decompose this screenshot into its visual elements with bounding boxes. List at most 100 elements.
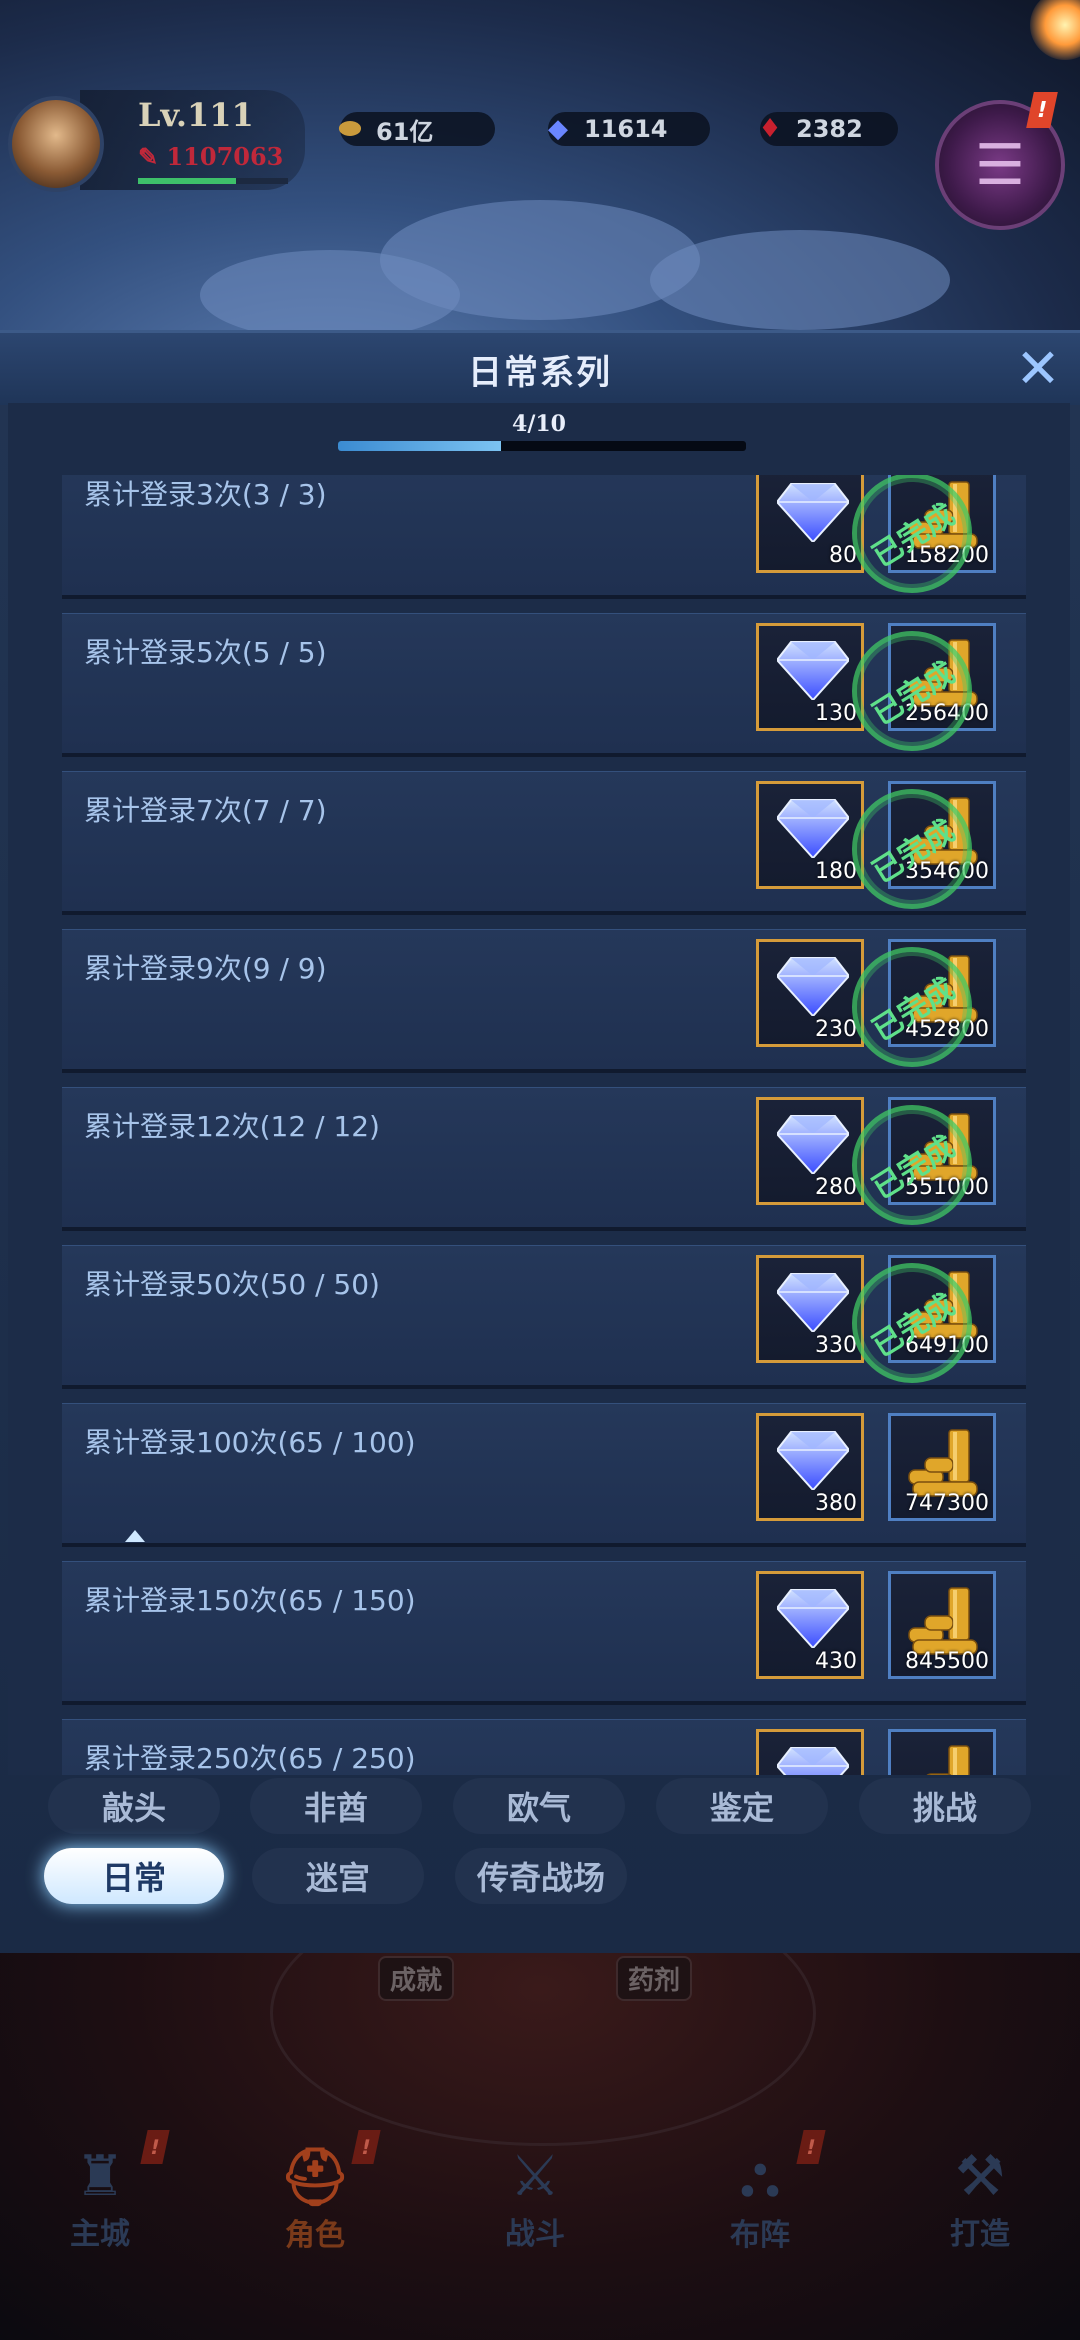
reward-diamond-amount: 180 (815, 859, 857, 884)
tab-chuanqi-zhanchang[interactable]: 传奇战场 (455, 1848, 627, 1904)
city-icon: ♜ (74, 2144, 126, 2209)
crossed-swords-icon: ⚔ (509, 2144, 561, 2209)
tab-jianding[interactable]: 鉴定 (656, 1778, 828, 1834)
achievement-row-label: 累计登录7次(7 / 7) (84, 794, 327, 827)
achievement-row-label: 累计登录250次(65 / 250) (84, 1742, 416, 1775)
tab-feiqiu[interactable]: 非酋 (250, 1778, 422, 1834)
player-level: Lv.111 (138, 96, 254, 134)
reward-diamond-amount: 280 (815, 1175, 857, 1200)
diamond-icon (777, 1431, 849, 1490)
progress-bar-fill (338, 441, 502, 451)
nav-label: 打造 (950, 2217, 1010, 2252)
reward-diamond[interactable]: 180 (756, 781, 864, 889)
diamond-icon (777, 483, 849, 542)
tab-ouqi[interactable]: 欧气 (453, 1778, 625, 1834)
reward-gold[interactable]: 845500 (888, 1571, 996, 1679)
diamond-icon (777, 1747, 849, 1775)
reward-diamond[interactable] (756, 1729, 864, 1775)
tab-tiaozhan[interactable]: 挑战 (859, 1778, 1031, 1834)
close-button[interactable]: ✕ (1010, 341, 1066, 397)
resource-diamond-value: 11614 (584, 115, 668, 143)
achievement-row-label: 累计登录100次(65 / 100) (84, 1426, 416, 1459)
nav-label: 角色 (285, 2218, 345, 2253)
reward-diamond[interactable]: 130 (756, 623, 864, 731)
bottom-nav: ♜ 主城 ! ⛑ 角色 ! ⚔ 战斗 ⛬ 布阵 ! ⚒ 打造 (0, 2130, 1080, 2340)
achievement-row-label: 累计登录50次(50 / 50) (84, 1268, 380, 1301)
resource-gold-value: 61亿 (376, 117, 434, 146)
achievement-row: 累计登录5次(5 / 5) 130 256400 已完成 (62, 608, 1026, 774)
tab-migong[interactable]: 迷宫 (252, 1848, 424, 1904)
avatar[interactable] (8, 96, 104, 192)
reward-diamond[interactable]: 280 (756, 1097, 864, 1205)
nav-formation[interactable]: ⛬ 布阵 (660, 2130, 860, 2330)
panel-header: 日常系列 ✕ (0, 333, 1080, 405)
red-crystal-icon: ♦ (758, 114, 782, 144)
gold-coins-icon (908, 1587, 978, 1655)
potion-label-bg: 药剂 (616, 1956, 693, 2001)
reward-gold[interactable] (888, 1729, 996, 1775)
tab-richang[interactable]: 日常 (44, 1848, 224, 1904)
gold-coins-icon (908, 1429, 978, 1497)
diamond-icon (777, 1589, 849, 1648)
achievement-row-label: 累计登录3次(3 / 3) (84, 478, 327, 511)
active-tab-indicator (125, 1530, 145, 1542)
reward-diamond-amount: 380 (815, 1491, 857, 1516)
achievement-row: 累计登录150次(65 / 150) 430 845500 (62, 1561, 1026, 1705)
reward-diamond[interactable]: 330 (756, 1255, 864, 1363)
nav-main-city[interactable]: ♜ 主城 (0, 2130, 200, 2330)
resource-crystal-value: 2382 (796, 115, 863, 143)
reward-diamond[interactable]: 430 (756, 1571, 864, 1679)
tab-qiaotou[interactable]: 敲头 (48, 1778, 220, 1834)
diamond-icon: ◆ (548, 114, 568, 144)
progress-text: 4/10 (512, 411, 566, 437)
cloud-decoration (650, 230, 950, 330)
nav-label: 战斗 (505, 2217, 565, 2252)
achievement-row: 累计登录9次(9 / 9) 230 452800 已完成 (62, 924, 1026, 1090)
nav-label: 布阵 (730, 2218, 790, 2253)
combat-power-value: 1107063 (166, 142, 284, 171)
diamond-icon (777, 641, 849, 700)
reward-diamond-amount: 230 (815, 1017, 857, 1042)
gold-coins-icon (926, 1745, 970, 1775)
reward-gold[interactable]: 747300 (888, 1413, 996, 1521)
achievement-row: 累计登录100次(65 / 100) 380 747300 (62, 1403, 1026, 1547)
diamond-icon (777, 1115, 849, 1174)
reward-diamond-amount: 430 (815, 1649, 857, 1674)
nav-character[interactable]: ⛑ 角色 (215, 2130, 415, 2330)
nav-label: 主城 (70, 2217, 130, 2252)
exp-bar (138, 178, 288, 184)
quest-alert-badge: ! (1026, 92, 1058, 128)
close-icon: ✕ (1015, 337, 1061, 400)
nav-forge[interactable]: ⚒ 打造 (880, 2130, 1080, 2330)
reward-diamond[interactable]: 80 (756, 475, 864, 573)
reward-diamond[interactable]: 380 (756, 1413, 864, 1521)
achievement-label-bg: 成就 (378, 1956, 455, 2001)
achievement-row: 累计登录250次(65 / 250) (62, 1719, 1026, 1775)
cloud-decoration (200, 250, 460, 340)
diamond-icon (777, 957, 849, 1016)
resource-gold[interactable]: ⬬ 61亿 (339, 112, 495, 146)
gold-ingot-icon: ⬬ (338, 113, 362, 144)
achievement-rows[interactable]: 累计登录3次(3 / 3) 80 158200 已完成 累计登录5次(5 / 5) 130… (8, 475, 1070, 1775)
achievement-row: 累计登录3次(3 / 3) 80 158200 已完成 (62, 475, 1026, 616)
achievement-list[interactable]: 4/10 累计登录3次(3 / 3) 80 158200 已完成 累计登录5次(5 / … (8, 403, 1070, 1775)
helmet-icon: ⛑ (279, 2145, 351, 2210)
reward-diamond-amount: 330 (815, 1333, 857, 1358)
reward-gold-amount: 747300 (905, 1491, 989, 1516)
achievement-row: 累计登录7次(7 / 7) 180 354600 已完成 (62, 766, 1026, 932)
anvil-icon: ⚒ (954, 2144, 1006, 2209)
diamond-icon (777, 799, 849, 858)
achievement-row: 累计登录50次(50 / 50) 330 649100 已完成 (62, 1240, 1026, 1406)
top-hud: Lv.111 ✎ 1107063 ⬬ 61亿 ◆ 11614 ♦ 2382 ☰ … (0, 60, 1080, 230)
daily-series-panel: 日常系列 ✕ 4/10 累计登录3次(3 / 3) 80 158200 已完成 累计登录… (0, 330, 1080, 1953)
category-tabs: 敲头 非酋 欧气 鉴定 挑战 日常 迷宫 传奇战场 (0, 1778, 1080, 1953)
resource-crystal[interactable]: ♦ 2382 (758, 112, 898, 146)
combat-power: ✎ 1107063 (138, 142, 284, 171)
scroll-icon: ☰ (974, 132, 1026, 198)
achievement-row-label: 累计登录12次(12 / 12) (84, 1110, 380, 1143)
diamond-icon (777, 1273, 849, 1332)
reward-diamond[interactable]: 230 (756, 939, 864, 1047)
nav-battle[interactable]: ⚔ 战斗 (435, 2130, 635, 2330)
resource-diamond[interactable]: ◆ 11614 (548, 112, 710, 146)
formation-icon: ⛬ (740, 2144, 780, 2209)
